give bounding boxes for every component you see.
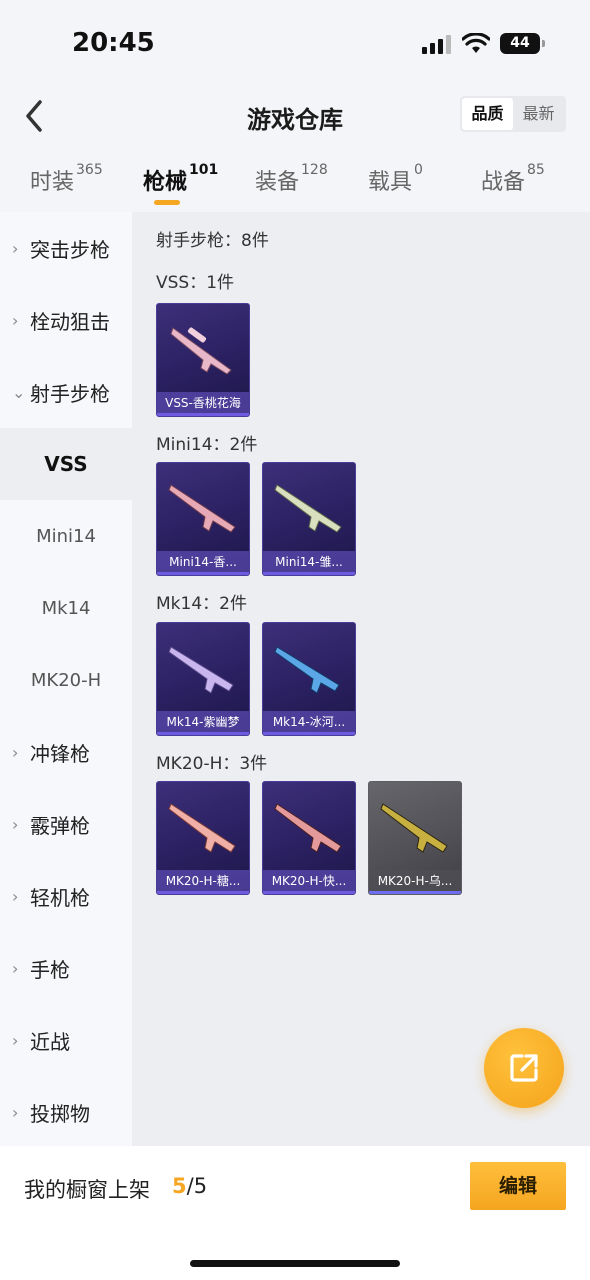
nav-bar: 游戏仓库 品质 最新 (0, 88, 590, 144)
weapon-list: 射手步枪：8件 VSS：1件 VSS-香桃花海 Mini14：2件 Mini14… (132, 212, 590, 1146)
weapon-card[interactable]: Mk14-冰河... (262, 622, 356, 736)
weapon-card[interactable]: MK20-H-糖... (156, 781, 250, 895)
chevron-right-icon: › (12, 1030, 19, 1050)
rifle-icon (168, 484, 236, 533)
sidebar-item-pistol[interactable]: › 手枪 (0, 932, 132, 1004)
battery-icon: 44 (500, 33, 545, 54)
bottom-bar: 我的橱窗上架 5/5 编辑 (0, 1146, 590, 1280)
sidebar-item-melee[interactable]: › 近战 (0, 1004, 132, 1076)
tab-fashion[interactable]: 时装 365 (30, 162, 103, 196)
sidebar-item-throwable[interactable]: › 投掷物 (0, 1076, 132, 1148)
tab-equipment[interactable]: 装备 128 (255, 162, 328, 196)
status-bar: 20:45 44 (0, 0, 590, 88)
chevron-right-icon: › (12, 886, 19, 906)
shelf-count: 5/5 (172, 1174, 208, 1198)
sidebar-item-marksman-rifle[interactable]: ⌄ 射手步枪 (0, 356, 132, 428)
chevron-right-icon: › (12, 310, 19, 330)
tab-supplies[interactable]: 战备 85 (481, 162, 545, 196)
weapon-card-label: Mini14-香... (157, 551, 249, 575)
group-title: Mini14：2件 (156, 435, 258, 455)
sidebar-item-shotgun[interactable]: › 霰弹枪 (0, 788, 132, 860)
weapon-card-label: MK20-H-糖... (157, 870, 249, 894)
weapon-card-label: Mk14-冰河... (263, 711, 355, 735)
share-fab[interactable] (484, 1028, 564, 1108)
rifle-icon (170, 327, 232, 375)
chevron-down-icon: ⌄ (12, 382, 26, 402)
sidebar-subitem-mk14[interactable]: Mk14 (0, 572, 132, 644)
weapon-card[interactable]: Mini14-香... (156, 462, 250, 576)
sidebar-item-bolt-sniper[interactable]: › 栓动狙击 (0, 284, 132, 356)
weapon-card-label: MK20-H-乌... (369, 870, 461, 894)
weapon-card[interactable]: VSS-香桃花海 (156, 303, 250, 417)
share-external-icon (510, 1054, 538, 1082)
sidebar-item-smg[interactable]: › 冲锋枪 (0, 716, 132, 788)
sidebar-subitem-mk20h[interactable]: MK20-H (0, 644, 132, 716)
chevron-right-icon: › (12, 1102, 19, 1122)
sidebar-item-lmg[interactable]: › 轻机枪 (0, 860, 132, 932)
shelf-label: 我的橱窗上架 (24, 1178, 150, 1202)
sidebar-item-assault-rifle[interactable]: › 突击步枪 (0, 212, 132, 284)
sort-latest-button[interactable]: 最新 (513, 98, 564, 130)
sidebar-subitem-vss[interactable]: VSS (0, 428, 132, 500)
active-tab-indicator (154, 200, 180, 205)
chevron-right-icon: › (12, 814, 19, 834)
weapon-card[interactable]: Mk14-紫幽梦 (156, 622, 250, 736)
sort-quality-button[interactable]: 品质 (462, 98, 513, 130)
chevron-right-icon: › (12, 238, 19, 258)
rifle-icon (274, 484, 342, 533)
weapon-card[interactable]: Mini14-雏... (262, 462, 356, 576)
wifi-icon (462, 33, 490, 53)
rifle-icon (168, 646, 234, 694)
rifle-icon (168, 803, 236, 853)
rifle-icon (380, 803, 448, 853)
edit-button[interactable]: 编辑 (470, 1162, 566, 1210)
chevron-right-icon: › (12, 958, 19, 978)
category-count-label: 射手步枪：8件 (156, 231, 269, 251)
home-indicator[interactable] (190, 1260, 400, 1267)
category-tabs: 时装 365 枪械 101 装备 128 载具 0 战备 85 (0, 150, 590, 212)
group-title: Mk14：2件 (156, 594, 247, 614)
weapon-card-label: MK20-H-快... (263, 870, 355, 894)
group-title: VSS：1件 (156, 273, 235, 293)
rifle-icon (274, 803, 342, 853)
rifle-icon (274, 646, 340, 694)
sidebar-subitem-mini14[interactable]: Mini14 (0, 500, 132, 572)
sort-toggle[interactable]: 品质 最新 (460, 96, 566, 132)
status-time: 20:45 (72, 28, 155, 58)
chevron-right-icon: › (12, 742, 19, 762)
tab-guns[interactable]: 枪械 101 (143, 162, 218, 196)
group-title: MK20-H：3件 (156, 754, 268, 774)
weapon-card[interactable]: MK20-H-快... (262, 781, 356, 895)
weapon-card-label: Mk14-紫幽梦 (157, 711, 249, 735)
weapon-card-label: VSS-香桃花海 (157, 392, 249, 416)
cellular-signal-icon (422, 34, 452, 54)
weapon-card[interactable]: MK20-H-乌... (368, 781, 462, 895)
tab-vehicles[interactable]: 载具 0 (368, 162, 423, 196)
weapon-card-label: Mini14-雏... (263, 551, 355, 575)
sidebar: › 突击步枪 › 栓动狙击 ⌄ 射手步枪 VSS Mini14 Mk14 MK20-H… (0, 212, 132, 1146)
